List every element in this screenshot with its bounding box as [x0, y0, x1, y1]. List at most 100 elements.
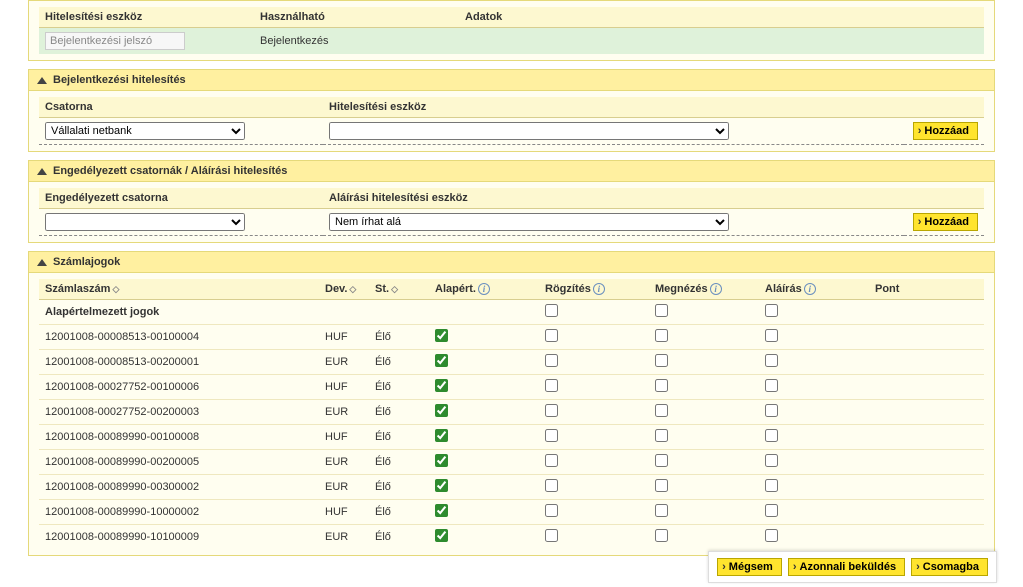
cell-st: Élő	[369, 325, 429, 350]
add-button[interactable]: Hozzáad	[913, 213, 978, 231]
cell-st: Élő	[369, 450, 429, 475]
megnezes-checkbox[interactable]	[655, 504, 668, 517]
alapert-checkbox[interactable]	[435, 404, 448, 417]
alairas-checkbox[interactable]	[765, 479, 778, 492]
login-auth-header[interactable]: Bejelentkezési hitelesítés	[29, 70, 994, 91]
table-row: 12001008-00089990-00300002EURÉlő	[39, 475, 984, 500]
alairas-checkbox[interactable]	[765, 329, 778, 342]
col-hasznal: Használható	[254, 7, 459, 28]
cancel-button[interactable]: Mégsem	[717, 558, 782, 576]
rogzites-checkbox[interactable]	[545, 354, 558, 367]
collapse-icon	[37, 168, 47, 175]
col-alap: Alapért.i	[429, 279, 539, 300]
auth-hasznal: Bejelentkezés	[254, 28, 459, 55]
info-icon[interactable]: i	[710, 283, 722, 295]
eng-csatorna-select[interactable]	[45, 213, 245, 231]
col-megn: Megnézési	[649, 279, 759, 300]
col-alair: Aláírási	[759, 279, 869, 300]
cell-st: Élő	[369, 475, 429, 500]
cell-dev: HUF	[319, 500, 369, 525]
megnezes-checkbox[interactable]	[655, 454, 668, 467]
rogzites-checkbox[interactable]	[545, 454, 558, 467]
megnezes-checkbox[interactable]	[655, 379, 668, 392]
alairasi-eszkoz-select[interactable]: Nem írhat alá	[329, 213, 729, 231]
rights-header[interactable]: Számlajogok	[29, 252, 994, 273]
chan-sign-title: Engedélyezett csatornák / Aláírási hitel…	[53, 165, 287, 177]
auth-row: Bejelentkezés	[39, 28, 984, 55]
login-auth-title: Bejelentkezési hitelesítés	[53, 74, 186, 86]
col-rogz: Rögzítési	[539, 279, 649, 300]
rights-title: Számlajogok	[53, 256, 120, 268]
alapert-checkbox[interactable]	[435, 479, 448, 492]
rogzites-checkbox[interactable]	[545, 304, 558, 317]
cell-st: Élő	[369, 425, 429, 450]
add-button[interactable]: Hozzáad	[913, 122, 978, 140]
chan-sign-header[interactable]: Engedélyezett csatornák / Aláírási hitel…	[29, 161, 994, 182]
rogzites-checkbox[interactable]	[545, 529, 558, 542]
cell-szamla: 12001008-00008513-00100004	[39, 325, 319, 350]
to-package-button[interactable]: Csomagba	[911, 558, 988, 576]
alairas-checkbox[interactable]	[765, 504, 778, 517]
alairas-checkbox[interactable]	[765, 304, 778, 317]
info-icon[interactable]: i	[593, 283, 605, 295]
col-action	[904, 188, 984, 209]
info-icon[interactable]: i	[478, 283, 490, 295]
alapert-checkbox[interactable]	[435, 329, 448, 342]
rogzites-checkbox[interactable]	[545, 429, 558, 442]
megnezes-checkbox[interactable]	[655, 304, 668, 317]
alairas-checkbox[interactable]	[765, 454, 778, 467]
megnezes-checkbox[interactable]	[655, 329, 668, 342]
csatorna-select[interactable]: Vállalati netbank	[45, 122, 245, 140]
col-alairasi-eszkoz: Aláírási hitelesítési eszköz	[323, 188, 904, 209]
info-icon[interactable]: i	[804, 283, 816, 295]
megnezes-checkbox[interactable]	[655, 479, 668, 492]
cell-dev: HUF	[319, 325, 369, 350]
cell-pont	[869, 350, 984, 375]
megnezes-checkbox[interactable]	[655, 404, 668, 417]
col-dev[interactable]: Dev.◇	[319, 279, 369, 300]
alapert-checkbox[interactable]	[435, 529, 448, 542]
col-szamla[interactable]: Számlaszám◇	[39, 279, 319, 300]
sort-icon: ◇	[391, 284, 398, 294]
rogzites-checkbox[interactable]	[545, 479, 558, 492]
alairas-checkbox[interactable]	[765, 354, 778, 367]
action-bar: Mégsem Azonnali beküldés Csomagba	[708, 551, 997, 583]
table-row: 12001008-00008513-00100004HUFÉlő	[39, 325, 984, 350]
cell-st: Élő	[369, 525, 429, 550]
alairas-checkbox[interactable]	[765, 429, 778, 442]
cell-dev: EUR	[319, 525, 369, 550]
megnezes-checkbox[interactable]	[655, 429, 668, 442]
send-now-button[interactable]: Azonnali beküldés	[788, 558, 905, 576]
cell-szamla: 12001008-00089990-10100009	[39, 525, 319, 550]
alapert-checkbox[interactable]	[435, 454, 448, 467]
alairas-checkbox[interactable]	[765, 529, 778, 542]
col-st[interactable]: St.◇	[369, 279, 429, 300]
sort-icon: ◇	[349, 284, 356, 294]
rogzites-checkbox[interactable]	[545, 329, 558, 342]
table-row: 12001008-00089990-00200005EURÉlő	[39, 450, 984, 475]
table-row: 12001008-00089990-10000002HUFÉlő	[39, 500, 984, 525]
rogzites-checkbox[interactable]	[545, 504, 558, 517]
alapert-checkbox[interactable]	[435, 504, 448, 517]
alapert-checkbox[interactable]	[435, 429, 448, 442]
cell-dev: HUF	[319, 425, 369, 450]
alapert-checkbox[interactable]	[435, 379, 448, 392]
col-eszkoz: Hitelesítési eszköz	[39, 7, 254, 28]
rogzites-checkbox[interactable]	[545, 404, 558, 417]
auth-tools-panel: Hitelesítési eszköz Használható Adatok B…	[28, 0, 995, 61]
alairas-checkbox[interactable]	[765, 404, 778, 417]
cell-szamla: 12001008-00089990-10000002	[39, 500, 319, 525]
eszkoz-select[interactable]	[329, 122, 729, 140]
cell-dev: HUF	[319, 375, 369, 400]
megnezes-checkbox[interactable]	[655, 529, 668, 542]
chan-sign-form: Engedélyezett csatorna Aláírási hitelesí…	[39, 188, 984, 236]
login-auth-panel: Bejelentkezési hitelesítés Csatorna Hite…	[28, 69, 995, 152]
rogzites-checkbox[interactable]	[545, 379, 558, 392]
alapert-checkbox[interactable]	[435, 354, 448, 367]
megnezes-checkbox[interactable]	[655, 354, 668, 367]
cell-pont	[869, 425, 984, 450]
cell-st: Élő	[369, 500, 429, 525]
chan-sign-panel: Engedélyezett csatornák / Aláírási hitel…	[28, 160, 995, 243]
alairas-checkbox[interactable]	[765, 379, 778, 392]
cell-pont	[869, 525, 984, 550]
